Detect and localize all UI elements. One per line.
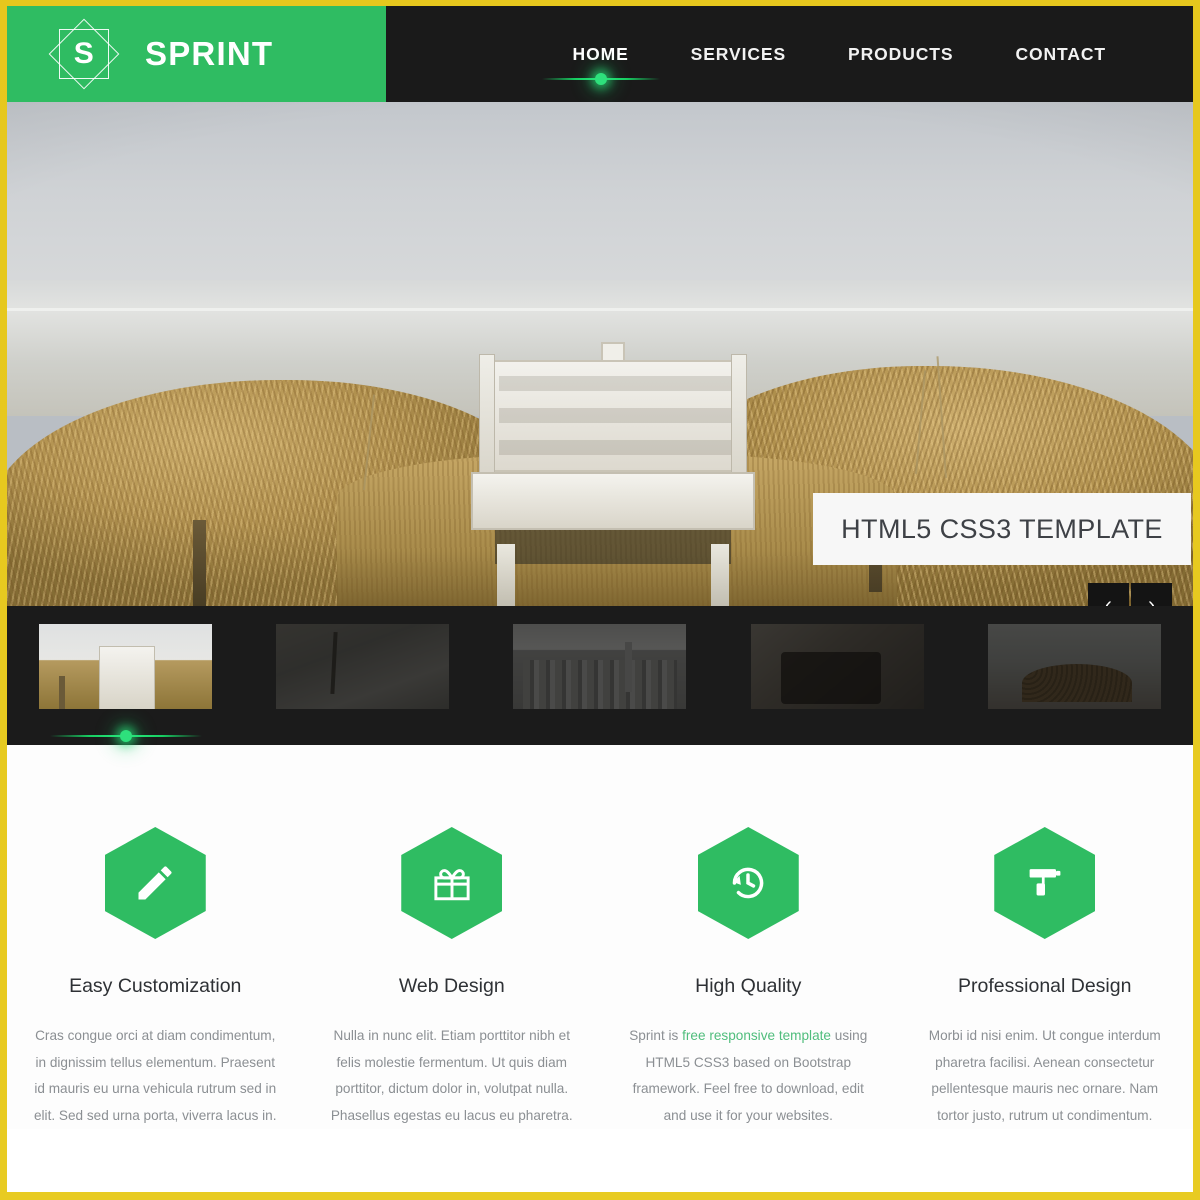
free-responsive-template-link[interactable]: free responsive template bbox=[682, 1028, 831, 1043]
nav-item-home-label: HOME bbox=[572, 43, 629, 64]
hero-caption: HTML5 CSS3 TEMPLATE bbox=[813, 493, 1191, 565]
feature-title: Easy Customization bbox=[69, 975, 242, 997]
feature-hex-badge bbox=[994, 827, 1096, 939]
nav-active-indicator bbox=[541, 72, 660, 86]
nav-item-products[interactable]: PRODUCTS bbox=[817, 6, 984, 102]
feature-title: High Quality bbox=[695, 975, 802, 997]
hero-slider[interactable]: HTML5 CSS3 TEMPLATE ‹ › bbox=[7, 102, 1193, 606]
site-header: S SPRINT HOME SERVICES PRODUCTS CONTACT bbox=[7, 6, 1193, 102]
feature-hex-badge bbox=[401, 827, 503, 939]
brand-name: SPRINT bbox=[145, 35, 274, 72]
thumbnail-image[interactable] bbox=[276, 624, 450, 709]
gift-icon bbox=[434, 869, 470, 901]
feature-text: Cras congue orci at diam condimentum, in… bbox=[33, 1028, 277, 1123]
thumbnail-indicator-dot bbox=[119, 730, 132, 742]
feature-hex-badge bbox=[104, 827, 206, 939]
hero-next-button[interactable]: › bbox=[1131, 583, 1172, 606]
feature-title: Professional Design bbox=[958, 975, 1132, 997]
nav-indicator-dot bbox=[594, 73, 607, 85]
feature-hex-badge bbox=[697, 827, 799, 939]
page-watermark bbox=[41, 1150, 44, 1160]
page-frame: S SPRINT HOME SERVICES PRODUCTS CONTACT bbox=[0, 0, 1200, 1200]
thumbnail-item-bicycle-street[interactable] bbox=[719, 624, 956, 743]
page-inner: S SPRINT HOME SERVICES PRODUCTS CONTACT bbox=[7, 6, 1193, 1192]
feature-professional-design: Professional Design Morbi id nisi enim. … bbox=[897, 827, 1194, 1129]
nav-item-products-label: PRODUCTS bbox=[848, 43, 954, 64]
logo-letter: S bbox=[73, 37, 95, 70]
feature-easy-customization: Easy Customization Cras congue orci at d… bbox=[7, 827, 304, 1129]
pencil-icon bbox=[138, 866, 172, 900]
history-clock-icon bbox=[732, 867, 764, 899]
thumbnail-strip bbox=[7, 606, 1193, 745]
thumbnail-image[interactable] bbox=[987, 624, 1161, 709]
logo-block[interactable]: S SPRINT bbox=[7, 6, 386, 102]
feature-text: Nulla in nunc elit. Etiam porttitor nibh… bbox=[330, 1028, 573, 1123]
thumbnail-item-beach-bench[interactable] bbox=[7, 624, 244, 743]
nav-item-services-label: SERVICES bbox=[690, 43, 787, 64]
nav-item-services[interactable]: SERVICES bbox=[660, 6, 817, 102]
nav-item-home[interactable]: HOME bbox=[541, 6, 660, 102]
paint-roller-icon bbox=[1029, 869, 1061, 896]
hero-arrow-controls: ‹ › bbox=[1088, 583, 1172, 606]
thumbnail-active-indicator bbox=[49, 729, 202, 743]
feature-high-quality: High Quality Sprint is free responsive t… bbox=[600, 827, 897, 1129]
nav-item-contact-label: CONTACT bbox=[1015, 43, 1106, 64]
feature-text-before: Sprint is bbox=[629, 1028, 683, 1043]
feature-text: Morbi id nisi enim. Ut congue interdum p… bbox=[928, 1028, 1161, 1123]
sprint-logo-icon: S bbox=[45, 15, 123, 93]
thumbnail-item-city-skyline[interactable] bbox=[481, 624, 718, 743]
thumbnail-item-foggy-forest[interactable] bbox=[244, 624, 481, 743]
feature-text: Sprint is free responsive template using… bbox=[624, 1023, 873, 1129]
thumbnail-image[interactable] bbox=[39, 624, 213, 709]
nav-item-contact[interactable]: CONTACT bbox=[984, 6, 1137, 102]
thumbnail-item-log-pile[interactable] bbox=[956, 624, 1193, 743]
nav-indicator-bar bbox=[541, 78, 660, 80]
thumbnail-image[interactable] bbox=[513, 624, 687, 709]
feature-web-design: Web Design Nulla in nunc elit. Etiam por… bbox=[304, 827, 601, 1129]
thumbnail-image[interactable] bbox=[750, 624, 924, 709]
hero-prev-button[interactable]: ‹ bbox=[1088, 583, 1129, 606]
main-nav: HOME SERVICES PRODUCTS CONTACT bbox=[386, 6, 1193, 102]
feature-title: Web Design bbox=[398, 975, 505, 997]
features-section: Easy Customization Cras congue orci at d… bbox=[7, 745, 1193, 1129]
